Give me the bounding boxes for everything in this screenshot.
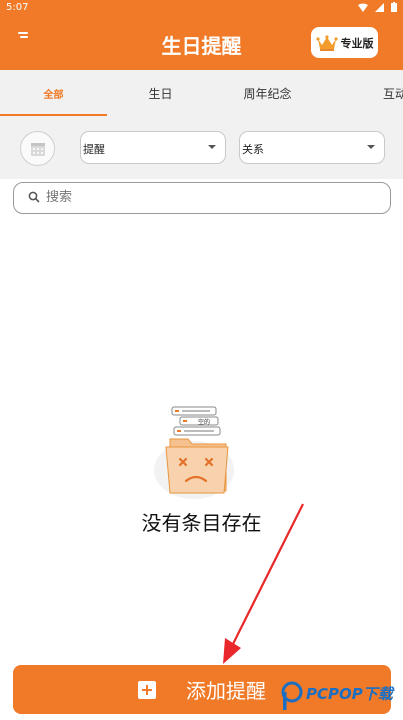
tab-interaction[interactable]: 互动 — [355, 70, 403, 117]
chevron-down-icon — [367, 145, 375, 149]
tab-anniversary[interactable]: 周年纪念 — [214, 70, 321, 117]
chevron-down-icon — [208, 145, 216, 149]
pro-version-label: 专业版 — [340, 36, 374, 50]
search-input[interactable] — [46, 187, 366, 207]
calendar-button[interactable] — [20, 131, 55, 166]
status-icons — [357, 2, 397, 15]
pro-version-button[interactable]: 专业版 — [311, 27, 378, 58]
wifi-icon — [357, 3, 368, 12]
category-tabs: 全部 生日 周年纪念 互动 — [0, 70, 403, 117]
watermark: PCPOP下载 — [280, 680, 400, 718]
plus-icon — [138, 680, 156, 699]
annotation-arrow-icon — [223, 503, 304, 664]
add-reminder-label: 添加提醒 — [186, 679, 266, 703]
reminder-type-select[interactable]: 提醒 — [80, 131, 226, 164]
search-box[interactable] — [13, 182, 391, 214]
tab-label: 全部 — [43, 90, 64, 101]
empty-state-message: 没有条目存在 — [141, 511, 262, 535]
tab-label: 周年纪念 — [243, 87, 292, 101]
tab-birthday[interactable]: 生日 — [107, 70, 214, 117]
crown-icon — [315, 34, 338, 51]
empty-folder-illustration: 空的 — [154, 406, 234, 499]
tab-all[interactable]: 全部 — [0, 70, 107, 117]
active-tab-indicator — [0, 114, 107, 116]
signal-icon — [374, 3, 384, 12]
pcpop-logo-icon — [281, 681, 303, 710]
tab-label: 互动 — [382, 87, 403, 101]
status-time: 5:07 — [6, 2, 29, 13]
filter-bar: 提醒 关系 — [0, 117, 403, 179]
tab-label: 生日 — [148, 87, 173, 101]
app-bar: 生日提醒 专业版 — [0, 16, 403, 70]
relation-value: 关系 — [242, 143, 264, 156]
search-icon — [28, 191, 40, 203]
relation-select[interactable]: 关系 — [239, 131, 385, 164]
battery-icon — [391, 2, 397, 12]
status-bar: 5:07 — [0, 0, 403, 16]
watermark-text: PCPOP下载 — [306, 685, 393, 703]
reminder-type-value: 提醒 — [83, 143, 105, 156]
calendar-icon — [30, 142, 45, 156]
illustration-label: 空的 — [198, 418, 210, 426]
